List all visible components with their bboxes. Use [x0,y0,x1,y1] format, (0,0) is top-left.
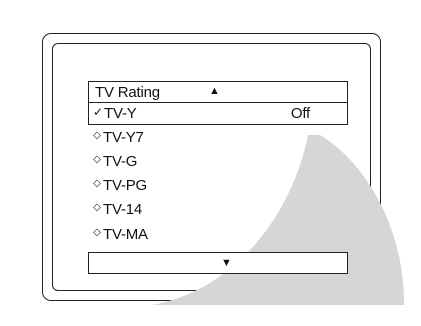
menu-item-tv-14[interactable]: ◇ TV-14 [88,199,348,221]
diamond-icon: ◇ [93,154,101,165]
menu-title: TV Rating [95,84,160,101]
diamond-icon: ◇ [93,178,101,189]
menu-item-label: TV-PG [103,177,148,194]
menu-header: TV Rating ▲ [88,81,348,103]
menu-item-tv-g[interactable]: ◇ TV-G [88,151,348,173]
menu-item-tv-ma[interactable]: ◇ TV-MA [88,224,348,246]
checkmark-icon: ✓ [93,105,104,119]
menu-item-label: TV-G [103,153,138,170]
menu-item-value: Off [290,105,310,122]
menu-item-tv-y[interactable]: ✓ TV-Y Off [88,103,348,125]
diamond-icon: ◇ [93,202,101,213]
menu-item-label: TV-Y [104,105,137,122]
menu-item-label: TV-14 [103,201,143,218]
scroll-up-icon[interactable]: ▲ [209,85,220,97]
menu-item-label: TV-Y7 [103,129,144,146]
menu-footer: ▼ [88,252,348,274]
diamond-icon: ◇ [93,227,101,238]
diamond-icon: ◇ [93,130,101,141]
menu-item-label: TV-MA [103,226,148,243]
tv-rating-menu: TV Rating ▲ ✓ TV-Y Off ◇ TV-Y7 ◇ TV-G ◇ … [88,81,348,275]
menu-item-tv-pg[interactable]: ◇ TV-PG [88,175,348,197]
scroll-down-icon[interactable]: ▼ [221,257,232,269]
menu-item-tv-y7[interactable]: ◇ TV-Y7 [88,127,348,149]
